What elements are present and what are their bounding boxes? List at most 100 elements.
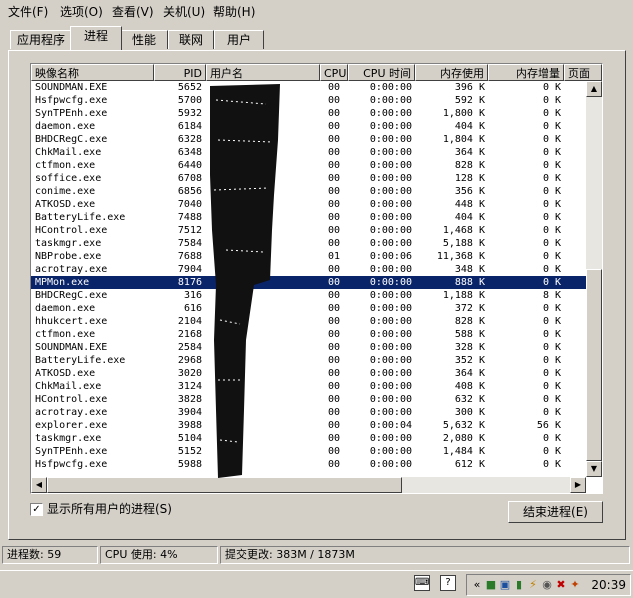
table-row[interactable]: ctfmon.exe 2168 00 0:00:00 588 K 0 K — [31, 328, 586, 341]
cell-image-name: daemon.exe — [35, 121, 96, 132]
tab-applications[interactable]: 应用程序 — [10, 30, 72, 49]
table-row[interactable]: SOUNDMAN.EXE 5652 00 0:00:00 396 K 0 K — [31, 81, 586, 94]
table-row[interactable]: ctfmon.exe 6440 00 0:00:00 828 K 0 K — [31, 159, 586, 172]
speaker-icon[interactable]: ◉ — [540, 578, 554, 592]
menu-file[interactable]: 文件(F) — [6, 4, 50, 20]
col-image-name[interactable]: 映像名称 — [31, 64, 154, 81]
cell-cpu-time: 0:00:00 — [369, 407, 412, 418]
table-row[interactable]: daemon.exe 6184 00 0:00:00 404 K 0 K — [31, 120, 586, 133]
cell-cpu: 00 — [327, 108, 340, 119]
cell-mem-delta: 0 K — [542, 264, 561, 275]
table-row[interactable]: MPMon.exe 8176 00 0:00:00 888 K 0 K — [31, 276, 586, 289]
menu-options[interactable]: 选项(O) — [58, 4, 105, 20]
cell-cpu: 00 — [327, 173, 340, 184]
table-row[interactable]: SOUNDMAN.EXE 2584 00 0:00:00 328 K 0 K — [31, 341, 586, 354]
table-row[interactable]: acrotray.exe 7904 00 0:00:00 348 K 0 K — [31, 263, 586, 276]
col-page-faults[interactable]: 页面 — [564, 64, 602, 81]
table-row[interactable]: ATKOSD.exe 7040 00 0:00:00 448 K 0 K — [31, 198, 586, 211]
table-row[interactable]: ChkMail.exe 6348 00 0:00:00 364 K 0 K — [31, 146, 586, 159]
security-icon[interactable]: ⚡ — [526, 578, 540, 592]
menu-shutdown[interactable]: 关机(U) — [161, 4, 207, 20]
monitor-icon[interactable]: ▣ — [498, 578, 512, 592]
cell-mem-usage: 396 K — [454, 82, 485, 93]
cell-image-name: HControl.exe — [35, 394, 108, 405]
table-row[interactable]: Hsfpwcfg.exe 5988 00 0:00:00 612 K 0 K — [31, 458, 586, 471]
scroll-right-arrow-icon[interactable]: ▶ — [570, 477, 586, 493]
scroll-up-arrow-icon[interactable]: ▲ — [586, 81, 602, 97]
cell-cpu-time: 0:00:00 — [369, 394, 412, 405]
cell-mem-usage: 404 K — [454, 212, 485, 223]
table-row[interactable]: BatteryLife.exe 2968 00 0:00:00 352 K 0 K — [31, 354, 586, 367]
table-row[interactable]: BHDCRegC.exe 316 00 0:00:00 1,188 K 8 K — [31, 289, 586, 302]
col-mem-usage[interactable]: 内存使用 — [415, 64, 488, 81]
table-row[interactable]: HControl.exe 7512 00 0:00:00 1,468 K 0 K — [31, 224, 586, 237]
col-cpu[interactable]: CPU — [320, 64, 348, 81]
table-row[interactable]: taskmgr.exe 5104 00 0:00:00 2,080 K 0 K — [31, 432, 586, 445]
cell-image-name: ctfmon.exe — [35, 160, 96, 171]
table-row[interactable]: ChkMail.exe 3124 00 0:00:00 408 K 0 K — [31, 380, 586, 393]
cell-cpu-time: 0:00:00 — [369, 459, 412, 470]
table-row[interactable]: SynTPEnh.exe 5152 00 0:00:00 1,484 K 0 K — [31, 445, 586, 458]
col-cpu-time[interactable]: CPU 时间 — [348, 64, 415, 81]
cell-pid: 5700 — [177, 95, 202, 106]
help-icon[interactable]: ? — [440, 575, 456, 591]
vertical-scrollbar[interactable]: ▲ ▼ — [586, 81, 602, 477]
scroll-left-arrow-icon[interactable]: ◀ — [31, 477, 47, 493]
vertical-scroll-thumb[interactable] — [586, 269, 602, 461]
cell-cpu-time: 0:00:00 — [369, 316, 412, 327]
battery-icon[interactable]: ▮ — [512, 578, 526, 592]
network-icon[interactable]: ■ — [484, 578, 498, 592]
table-row[interactable]: ATKOSD.exe 3020 00 0:00:00 364 K 0 K — [31, 367, 586, 380]
cell-cpu: 00 — [327, 420, 340, 431]
cell-cpu-time: 0:00:00 — [369, 303, 412, 314]
table-row[interactable]: HControl.exe 3828 00 0:00:00 632 K 0 K — [31, 393, 586, 406]
col-pid[interactable]: PID — [154, 64, 206, 81]
cell-mem-usage: 2,080 K — [442, 433, 485, 444]
tab-users[interactable]: 用户 — [214, 30, 264, 49]
cell-pid: 616 — [183, 303, 202, 314]
cell-cpu-time: 0:00:00 — [369, 329, 412, 340]
keyboard-icon[interactable]: ⌨ — [414, 575, 430, 591]
table-row[interactable]: hhukcert.exe 2104 00 0:00:00 828 K 0 K — [31, 315, 586, 328]
cell-mem-usage: 1,188 K — [442, 290, 485, 301]
table-row[interactable]: explorer.exe 3988 00 0:00:04 5,632 K 56 K — [31, 419, 586, 432]
table-row[interactable]: conime.exe 6856 00 0:00:00 356 K 0 K — [31, 185, 586, 198]
table-row[interactable]: acrotray.exe 3904 00 0:00:00 300 K 0 K — [31, 406, 586, 419]
cell-cpu: 00 — [327, 381, 340, 392]
tray-expand-icon[interactable]: « — [470, 578, 484, 592]
cell-cpu: 00 — [327, 212, 340, 223]
col-username[interactable]: 用户名 — [206, 64, 320, 81]
cell-cpu: 00 — [327, 394, 340, 405]
scroll-down-arrow-icon[interactable]: ▼ — [586, 461, 602, 477]
tab-processes[interactable]: 进程 — [70, 26, 122, 50]
table-row[interactable]: soffice.exe 6708 00 0:00:00 128 K 0 K — [31, 172, 586, 185]
cell-cpu-time: 0:00:00 — [369, 225, 412, 236]
tab-networking[interactable]: 联网 — [168, 30, 214, 49]
cell-cpu: 01 — [327, 251, 340, 262]
end-process-button[interactable]: 结束进程(E) — [508, 501, 603, 523]
table-row[interactable]: SynTPEnh.exe 5932 00 0:00:00 1,800 K 0 K — [31, 107, 586, 120]
table-row[interactable]: Hsfpwcfg.exe 5700 00 0:00:00 592 K 0 K — [31, 94, 586, 107]
table-row[interactable]: BatteryLife.exe 7488 00 0:00:00 404 K 0 K — [31, 211, 586, 224]
cell-cpu: 00 — [327, 225, 340, 236]
cell-image-name: Hsfpwcfg.exe — [35, 95, 108, 106]
antivirus-icon[interactable]: ✖ — [554, 578, 568, 592]
table-row[interactable]: taskmgr.exe 7584 00 0:00:00 5,188 K 0 K — [31, 237, 586, 250]
cell-cpu-time: 0:00:00 — [369, 160, 412, 171]
cell-image-name: BHDCRegC.exe — [35, 134, 108, 145]
table-row[interactable]: NBProbe.exe 7688 01 0:00:06 11,368 K 0 K — [31, 250, 586, 263]
show-all-users-checkbox[interactable]: ✓ — [30, 503, 43, 516]
table-row[interactable]: daemon.exe 616 00 0:00:00 372 K 0 K — [31, 302, 586, 315]
horizontal-scrollbar[interactable]: ◀ ▶ — [31, 477, 586, 493]
clock[interactable]: 20:39 — [591, 577, 626, 593]
tab-performance[interactable]: 性能 — [120, 30, 168, 49]
table-row[interactable]: BHDCRegC.exe 6328 00 0:00:00 1,804 K 0 K — [31, 133, 586, 146]
cell-pid: 3988 — [177, 420, 202, 431]
cell-mem-delta: 0 K — [542, 407, 561, 418]
menu-view[interactable]: 查看(V) — [110, 4, 156, 20]
menu-help[interactable]: 帮助(H) — [211, 4, 257, 20]
cell-mem-usage: 348 K — [454, 264, 485, 275]
app-tray-icon[interactable]: ✦ — [568, 578, 582, 592]
process-list[interactable]: 映像名称 PID 用户名 CPU CPU 时间 内存使用 内存增量 页面 SOU… — [30, 63, 603, 494]
col-mem-delta[interactable]: 内存增量 — [488, 64, 564, 81]
